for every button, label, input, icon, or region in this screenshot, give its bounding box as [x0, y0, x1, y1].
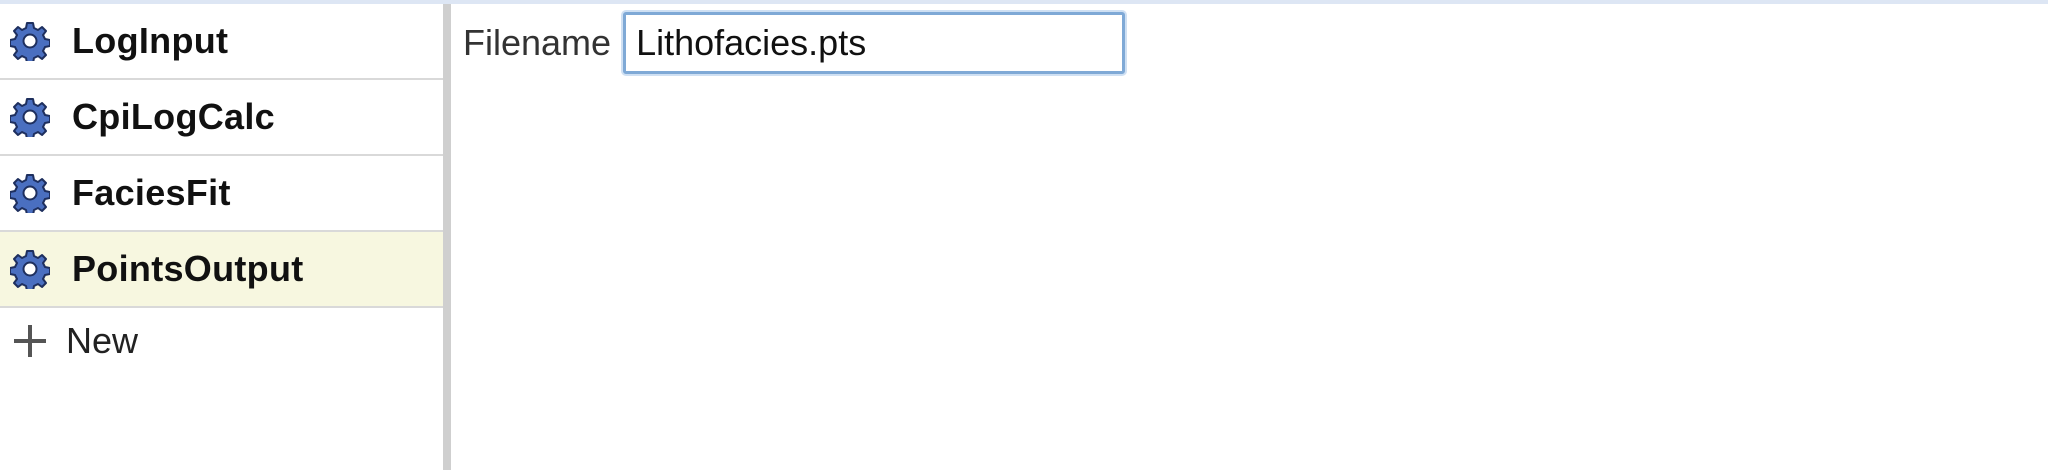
filename-label: Filename — [463, 22, 612, 63]
sidebar-item-loginput[interactable]: LogInput — [0, 4, 443, 80]
sidebar-item-label: LogInput — [72, 20, 229, 61]
sidebar-item-label: FaciesFit — [72, 172, 231, 213]
app-window: LogInput CpiLogCalc FaciesFit PointsOutp… — [0, 0, 2048, 470]
sidebar-item-label: PointsOutput — [72, 248, 304, 289]
sidebar-item-faciesfit[interactable]: FaciesFit — [0, 156, 443, 232]
filename-row: Filename — [463, 8, 1126, 78]
main-panel: Filename — [451, 4, 2048, 470]
new-button[interactable]: New — [0, 308, 443, 374]
sidebar-item-label: CpiLogCalc — [72, 96, 276, 137]
gear-icon — [8, 95, 52, 139]
gear-icon — [8, 247, 52, 291]
gear-icon — [8, 171, 52, 215]
sidebar-item-cpilogcalc[interactable]: CpiLogCalc — [0, 80, 443, 156]
plus-icon — [8, 319, 52, 363]
panel-splitter[interactable] — [443, 4, 451, 470]
filename-input[interactable] — [623, 12, 1126, 74]
new-label: New — [66, 320, 139, 361]
sidebar-item-pointsoutput[interactable]: PointsOutput — [0, 232, 443, 308]
gear-icon — [8, 19, 52, 63]
sidebar: LogInput CpiLogCalc FaciesFit PointsOutp… — [0, 4, 443, 470]
